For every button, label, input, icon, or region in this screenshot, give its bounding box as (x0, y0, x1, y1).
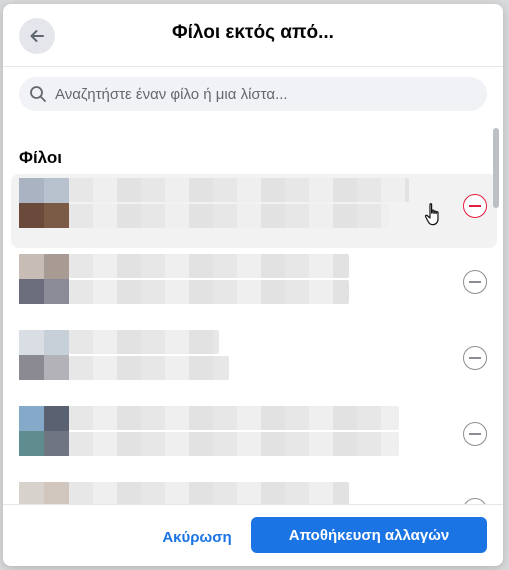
friends-list: Φίλοι (3, 124, 503, 506)
friend-row[interactable] (11, 326, 497, 400)
remove-friend-button[interactable] (463, 346, 487, 370)
avatar (19, 254, 69, 304)
friend-name-blurred (69, 482, 349, 506)
friend-name-blurred (69, 178, 409, 202)
minus-icon (469, 433, 481, 435)
avatar (19, 330, 69, 380)
friend-name-blurred (69, 204, 389, 228)
friend-row[interactable] (11, 250, 497, 324)
avatar (19, 406, 69, 456)
dialog-footer: Ακύρωση Αποθήκευση αλλαγών (3, 504, 503, 566)
friends-except-dialog: Φίλοι εκτός από... Φίλοι Ακύρωση Αποθήκε… (3, 4, 503, 566)
remove-friend-button[interactable] (463, 270, 487, 294)
hand-pointer-icon (424, 203, 439, 226)
minus-icon (469, 281, 481, 283)
cancel-button[interactable]: Ακύρωση (150, 520, 244, 554)
friend-name-blurred (69, 280, 349, 304)
friend-name-blurred (69, 330, 219, 354)
friend-name-blurred (69, 356, 229, 380)
scrollbar[interactable] (493, 128, 499, 208)
friend-name-blurred (69, 406, 399, 430)
friend-name-blurred (69, 432, 399, 456)
friend-name-blurred (69, 254, 349, 278)
dialog-title: Φίλοι εκτός από... (172, 22, 334, 43)
avatar (19, 482, 69, 506)
search-bar[interactable] (19, 77, 487, 111)
search-icon (30, 86, 46, 102)
dialog-header: Φίλοι εκτός από... (3, 4, 503, 67)
remove-friend-button[interactable] (463, 422, 487, 446)
friend-row[interactable] (11, 478, 497, 506)
avatar (19, 178, 69, 228)
save-changes-button[interactable]: Αποθήκευση αλλαγών (251, 517, 487, 553)
minus-icon (469, 205, 481, 207)
remove-friend-button[interactable] (463, 194, 487, 218)
friend-row[interactable] (11, 402, 497, 476)
section-title: Φίλοι (19, 148, 63, 167)
minus-icon (469, 357, 481, 359)
search-input[interactable] (53, 84, 477, 104)
